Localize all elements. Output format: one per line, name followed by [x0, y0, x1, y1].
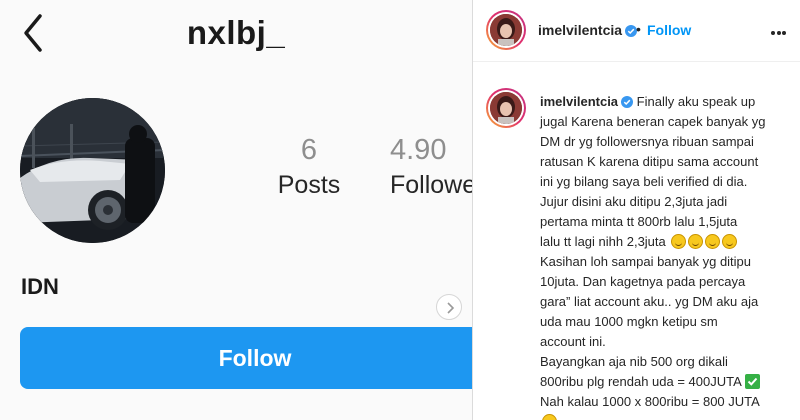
more-options-icon[interactable]: [771, 22, 791, 38]
caption-line: ratusan K karena ditipu sama account: [540, 154, 759, 169]
followers-label: Followe: [390, 171, 472, 199]
caption-line: 800ribu plg rendah uda = 400JUTA: [540, 372, 798, 392]
caption-line: Jujur disini aku ditipu 2,3juta jadi: [540, 194, 728, 209]
caption-line: [540, 412, 798, 420]
caption-line: uda mau 1000 mgkn ketipu sm: [540, 314, 718, 329]
caption-line: Kasihan loh sampai banyak yg ditipu: [540, 254, 752, 269]
chevron-right-icon[interactable]: [436, 294, 462, 320]
posts-label: Posts: [277, 171, 341, 199]
caption-line: 10juta. Dan kagetnya pada percaya: [540, 274, 746, 289]
caption-line: imelvilentcia Finally aku speak up: [540, 92, 798, 112]
followers-count: 4.90: [390, 134, 447, 166]
caption-line: DM dr yg followersnya ribuan sampai: [540, 134, 754, 149]
post-follow-link[interactable]: Follow: [647, 22, 691, 38]
post-header: imelvilentcia • Follow: [473, 0, 800, 62]
rofl-emoji-icon: [722, 234, 738, 249]
post-author-name[interactable]: imelvilentcia: [538, 22, 638, 38]
profile-display-name: IDN: [21, 274, 59, 299]
author-avatar[interactable]: [486, 10, 526, 50]
caption-text: 800ribu plg rendah uda = 400JUTA: [540, 374, 742, 389]
verified-badge-icon: [621, 96, 634, 108]
profile-panel: nxlbj_ 6 Posts 4.90 Followe IDN Follow: [0, 0, 472, 420]
caption-text: lalu tt lagi nihh 2,3juta: [540, 234, 666, 249]
caption-line: lalu tt lagi nihh 2,3juta: [540, 232, 798, 252]
caption-line: Nah kalau 1000 x 800ribu = 800 JUTA: [540, 394, 760, 409]
posts-count: 6: [300, 134, 318, 166]
post-caption: imelvilentcia Finally aku speak up jugal…: [540, 92, 798, 420]
post-panel: imelvilentcia • Follow imelvilentcia Fin…: [472, 0, 800, 420]
caption-line: jugal Karena beneran capek banyak yg: [540, 114, 766, 129]
profile-avatar[interactable]: [20, 98, 165, 243]
posts-stat[interactable]: 6 Posts: [268, 134, 350, 200]
post-author-username[interactable]: imelvilentcia: [538, 22, 622, 38]
caption-line: account ini.: [540, 334, 606, 349]
separator-dot: •: [636, 21, 641, 37]
caption-line: pertama minta tt 800rb lalu 1,5juta: [540, 214, 738, 229]
rofl-emoji-icon: [671, 234, 687, 249]
profile-username: nxlbj_: [186, 14, 286, 51]
caption-line: ini yg bilang saya beli verified di dia.: [540, 174, 748, 189]
caption-author-avatar[interactable]: [486, 88, 526, 128]
follow-button[interactable]: Follow: [20, 327, 472, 389]
rofl-emoji-icon: [688, 234, 704, 249]
caption-author-name[interactable]: imelvilentcia: [540, 94, 618, 109]
caption-line: Bayangkan aja nib 500 org dikali: [540, 354, 728, 369]
rofl-emoji-icon: [705, 234, 721, 249]
caption-line: gara” liat account aku.. yg DM aku aja: [540, 294, 759, 309]
followers-stat[interactable]: 4.90 Followe: [390, 134, 472, 200]
caption-text: Finally aku speak up: [636, 94, 756, 109]
grimace-emoji-icon: [542, 414, 557, 420]
check-mark-emoji-icon: [744, 374, 760, 389]
